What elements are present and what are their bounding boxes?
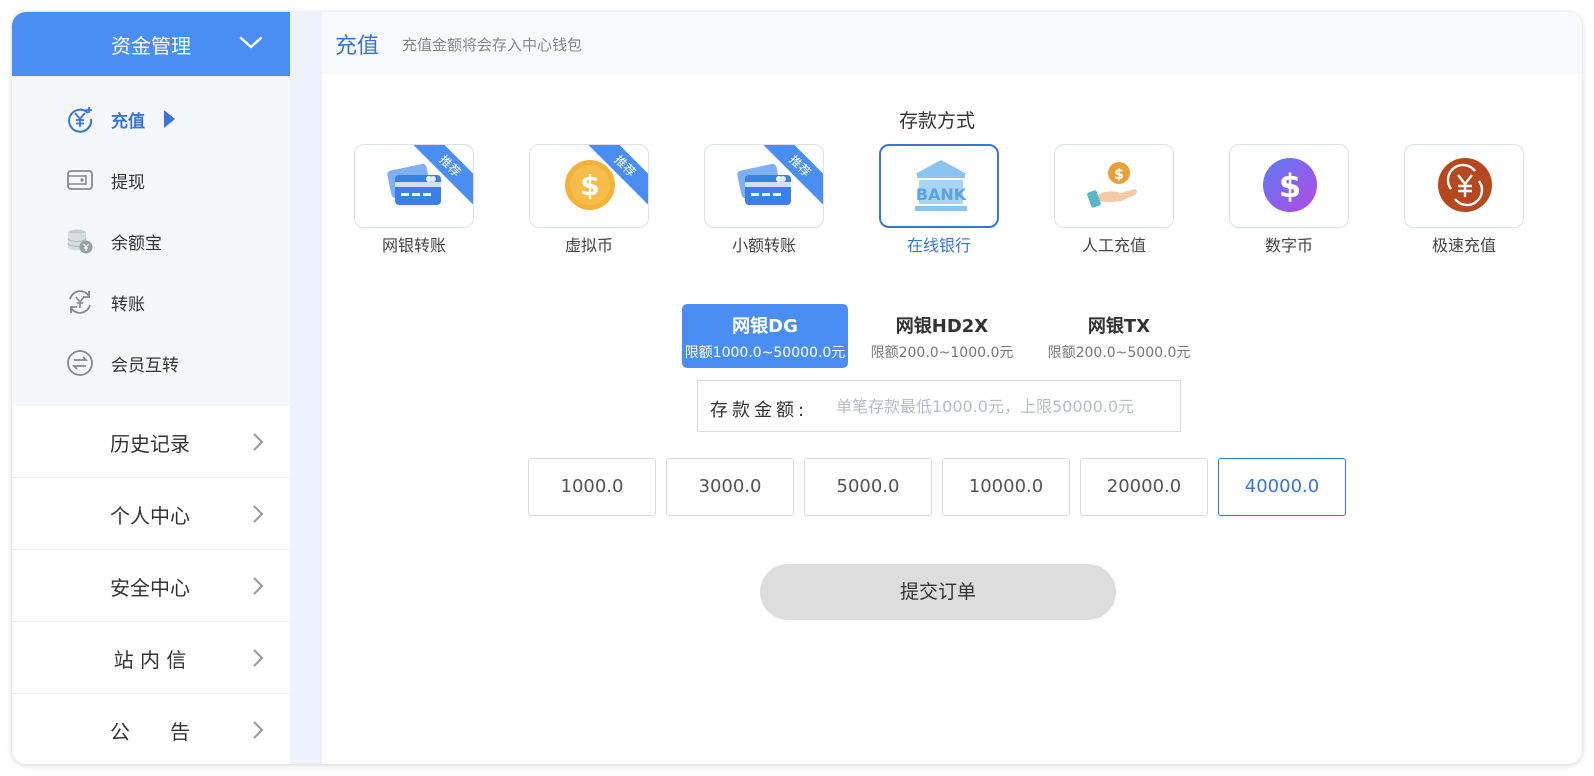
deposit-method-title: 存款方式 [898, 110, 975, 132]
quick-amount-button[interactable]: 3000.0 [666, 458, 794, 516]
svg-text:$: $ [1279, 167, 1301, 205]
exchange-icon [67, 350, 93, 376]
method-fast-recharge[interactable]: 极速充值 [1404, 144, 1524, 264]
channel-limit: 限额200.0~5000.0元 [1047, 345, 1191, 361]
main-menu: 历史记录 个人中心 安全中心 站 内 信 公 告 [12, 406, 290, 764]
quick-amount-button[interactable]: 5000.0 [804, 458, 932, 516]
method-label: 人工充值 [1081, 236, 1146, 255]
channel-dg[interactable]: 网银DG 限额1000.0~50000.0元 [682, 304, 848, 368]
bank-icon: BANK [915, 160, 967, 211]
chevron-right-icon [253, 649, 264, 667]
quick-amount-button[interactable]: 20000.0 [1080, 458, 1208, 516]
method-virtual-currency[interactable]: $ 推荐 虚拟币 [529, 144, 649, 264]
method-card [1404, 144, 1524, 228]
fund-sub-menu: 充值 提现 余额宝 转账 会员互转 [12, 76, 290, 406]
deposit-amount-field: 存款金额: [697, 380, 1181, 432]
method-bank-transfer[interactable]: 推荐 网银转账 [354, 144, 474, 264]
sidebar-item-label: 转账 [111, 295, 145, 315]
sidebar: 资金管理 充值 提现 余额宝 转账 会员互转 历史记录 个人中心 安全中心 站 … [12, 12, 290, 764]
svg-text:$: $ [1114, 167, 1124, 183]
channel-tx[interactable]: 网银TX 限额200.0~5000.0元 [1036, 304, 1202, 368]
sidebar-item-withdraw[interactable]: 提现 [12, 152, 290, 208]
svg-text:$: $ [580, 169, 599, 202]
page-description: 充值金额将会存入中心钱包 [402, 36, 583, 54]
deposit-amount-label: 存款金额: [710, 400, 809, 421]
sidebar-item-announcements[interactable]: 公 告 [12, 694, 290, 764]
method-card: $ [1054, 144, 1174, 228]
chevron-right-icon [253, 577, 264, 595]
coin-stack-icon [67, 229, 93, 254]
sidebar-item-label: 提现 [111, 173, 145, 193]
yen-transfer-icon [69, 290, 91, 314]
app-window: 资金管理 充值 提现 余额宝 转账 会员互转 历史记录 个人中心 安全中心 站 … [12, 12, 1582, 764]
method-digital-currency[interactable]: $ 数字币 [1229, 144, 1349, 264]
sidebar-item-inbox[interactable]: 站 内 信 [12, 622, 290, 694]
digital-dollar-icon: $ [1263, 158, 1317, 212]
channel-name: 网银HD2X [895, 316, 989, 337]
method-card: 推荐 [704, 144, 824, 228]
quick-amounts: 1000.0 3000.0 5000.0 10000.0 20000.0 400… [528, 458, 1348, 516]
deposit-amount-input[interactable] [836, 391, 1166, 421]
sidebar-item-label: 余额宝 [111, 234, 162, 254]
sidebar-item-history[interactable]: 历史记录 [12, 406, 290, 478]
method-manual-recharge[interactable]: $ 人工充值 [1054, 144, 1174, 264]
chevron-right-icon [253, 721, 264, 739]
hand-coin-icon: $ [1087, 162, 1137, 208]
sidebar-item-security-center[interactable]: 安全中心 [12, 550, 290, 622]
method-label: 小额转账 [731, 236, 796, 255]
submit-order-button[interactable]: 提交订单 [760, 564, 1116, 620]
yen-plus-icon [68, 107, 93, 133]
method-label: 在线银行 [906, 236, 971, 255]
page-header: 充值 充值金额将会存入中心钱包 [322, 12, 1582, 74]
sidebar-gutter [290, 12, 322, 764]
chevron-down-icon [239, 36, 263, 49]
method-card: 推荐 [354, 144, 474, 228]
method-label: 网银转账 [381, 236, 446, 255]
sidebar-item-transfer[interactable]: 转账 [12, 274, 290, 330]
wallet-icon [67, 170, 93, 190]
chevron-right-icon [253, 505, 264, 523]
sidebar-item-yuebao[interactable]: 余额宝 [12, 213, 290, 269]
method-online-bank[interactable]: BANK 在线银行 [879, 144, 999, 264]
sidebar-item-label: 历史记录 [110, 432, 190, 456]
sidebar-header-label: 资金管理 [111, 33, 191, 58]
fast-yen-icon [1438, 158, 1492, 212]
method-card: $ [1229, 144, 1349, 228]
sidebar-item-member-transfer[interactable]: 会员互转 [12, 335, 290, 391]
channel-limit: 限额200.0~1000.0元 [870, 345, 1014, 361]
sidebar-item-label: 安全中心 [110, 576, 190, 600]
sidebar-header-fund-management[interactable]: 资金管理 [12, 12, 290, 76]
method-small-transfer[interactable]: 推荐 小额转账 [704, 144, 824, 264]
channel-limit: 限额1000.0~50000.0元 [684, 345, 846, 361]
deposit-methods: 推荐 网银转账 $ 推荐 虚拟币 推荐 小额转账 BANK 在线银行 $ 人工充… [354, 144, 1554, 264]
method-card: $ 推荐 [529, 144, 649, 228]
caret-right-icon [164, 110, 175, 128]
sidebar-item-recharge[interactable]: 充值 [12, 91, 290, 147]
channel-hd2x[interactable]: 网银HD2X 限额200.0~1000.0元 [859, 304, 1025, 368]
sidebar-item-label: 个人中心 [110, 504, 190, 528]
method-card: BANK [879, 144, 999, 228]
method-label: 数字币 [1264, 236, 1313, 255]
quick-amount-button-selected[interactable]: 40000.0 [1218, 458, 1346, 516]
recharge-panel: 充值 充值金额将会存入中心钱包 存款方式 推荐 网银转账 $ 推荐 虚拟币 推荐… [322, 12, 1582, 764]
sidebar-item-label: 会员互转 [111, 356, 179, 376]
page-title: 充值 [335, 34, 380, 59]
bank-channels: 网银DG 限额1000.0~50000.0元 网银HD2X 限额200.0~10… [682, 304, 1222, 368]
bank-icon-text: BANK [916, 185, 967, 204]
quick-amount-button[interactable]: 10000.0 [942, 458, 1070, 516]
sidebar-item-personal-center[interactable]: 个人中心 [12, 478, 290, 550]
method-label: 虚拟币 [564, 236, 613, 255]
channel-name: 网银TX [1087, 316, 1151, 337]
chevron-right-icon [253, 433, 264, 451]
method-label: 极速充值 [1431, 236, 1496, 255]
sidebar-item-label: 站 内 信 [113, 648, 187, 672]
sidebar-item-label: 公 告 [110, 720, 190, 744]
sidebar-item-label: 充值 [111, 112, 145, 132]
channel-name: 网银DG [732, 316, 798, 337]
quick-amount-button[interactable]: 1000.0 [528, 458, 656, 516]
